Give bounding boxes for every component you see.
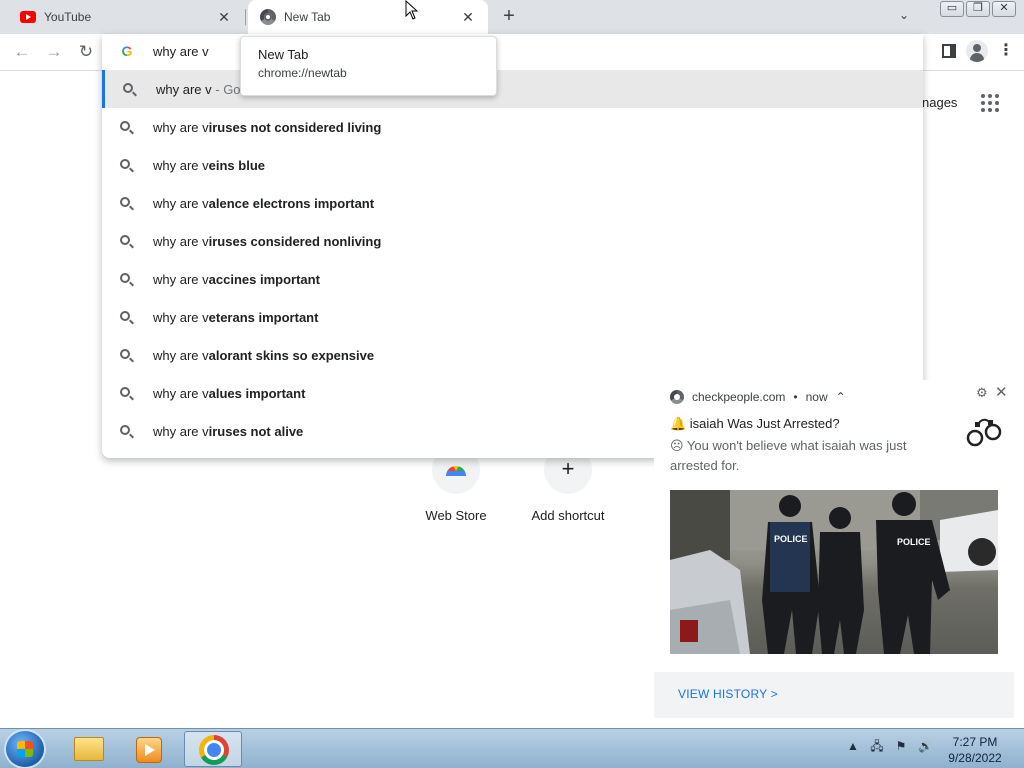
forward-button[interactable]: → [42,41,66,65]
close-icon[interactable]: ✕ [995,383,1008,401]
gear-icon[interactable]: ⚙ [976,385,988,401]
chevron-up-icon[interactable]: ⌃ [836,390,846,404]
separator-dot: • [793,390,798,404]
taskbar-chrome[interactable] [184,731,242,767]
suggestion-item[interactable]: why are veterans important [102,298,923,336]
media-player-icon [136,737,162,763]
suggestion-text: why are values important [153,385,306,401]
close-window-button[interactable]: ✕ [992,1,1016,17]
system-tray: ▲ 🖧 ⚑ 🔊 [846,739,933,753]
action-center-flag-icon[interactable]: ⚑ [894,739,908,753]
shortcut-label: Add shortcut [531,508,605,523]
google-g-icon: G [121,43,133,59]
search-icon [123,83,133,93]
tab-divider [245,9,246,25]
tab-youtube[interactable]: YouTube ✕ [0,0,244,34]
view-history-button[interactable]: VIEW HISTORY > [678,687,778,701]
show-hidden-icons-icon[interactable]: ▲ [846,739,860,753]
plus-icon: + [561,456,575,481]
windows-taskbar: ▲ 🖧 ⚑ 🔊 7:27 PM 9/28/2022 [0,728,1024,768]
hover-card-url: chrome://newtab [258,66,347,80]
web-store-icon [446,466,466,476]
web-notification[interactable]: checkpeople.com • now ⌃ ⚙ ✕ 🔔 isaiah Was… [654,380,1014,718]
notification-header: checkpeople.com • now ⌃ [670,390,846,404]
volume-icon[interactable]: 🔊 [918,739,933,753]
suggestion-text: why are valorant skins so expensive [153,347,375,363]
search-icon [120,121,130,131]
notification-image: POLICE POLICE [670,490,998,654]
start-button[interactable] [6,731,44,767]
notification-title: 🔔 isaiah Was Just Arrested? [670,416,840,431]
suggestion-text: why are veins blue [153,157,265,173]
side-panel-icon[interactable] [942,44,956,58]
tab-strip: YouTube ✕ New Tab ✕ + ⌄ ▭ ❐ ✕ [0,0,1024,34]
hover-card-title: New Tab [258,47,309,62]
chrome-icon [260,9,276,25]
tab-search-chevron-icon[interactable]: ⌄ [895,8,913,26]
profile-avatar-icon[interactable] [966,40,988,62]
suggestion-text: why are valence electrons important [153,195,375,211]
chrome-menu-button[interactable]: ⋮ [998,40,1014,62]
shortcut-label: Web Store [425,508,487,523]
search-icon [120,349,130,359]
notification-body: ☹ You won't believe what isaiah was just… [670,438,907,473]
images-link[interactable]: nages [922,95,957,110]
search-icon [120,311,130,321]
suggestion-text: why are v - Go [156,81,241,97]
suggestion-text: why are viruses considered nonliving [153,233,382,249]
toolbar-right: ⋮ [942,40,1014,62]
search-icon [120,425,130,435]
notification-site: checkpeople.com [692,390,786,404]
chrome-icon [199,735,229,765]
suggestion-item[interactable]: why are viruses not considered living [102,108,923,146]
chrome-icon [670,390,684,404]
suggestion-item[interactable]: why are veins blue [102,146,923,184]
omnibox-input-row[interactable]: G why are v [102,34,923,70]
search-icon [120,159,130,169]
clock-date: 9/28/2022 [948,751,1002,765]
suggestion-item[interactable]: why are valence electrons important [102,184,923,222]
tab-close-icon[interactable]: ✕ [216,9,232,25]
search-icon [120,197,130,207]
window-controls: ▭ ❐ ✕ [940,1,1016,17]
taskbar-media-player[interactable] [120,731,178,767]
arrest-photo: POLICE POLICE [670,490,998,654]
clock-time: 7:27 PM [952,735,998,749]
search-icon [120,387,130,397]
notification-footer: VIEW HISTORY > [654,672,1014,718]
tab-close-icon[interactable]: ✕ [460,9,476,25]
suggestion-item[interactable]: why are vaccines important [102,260,923,298]
new-tab-button[interactable]: + [498,6,520,28]
search-icon [120,235,130,245]
reload-button[interactable]: ↻ [74,41,98,65]
tab-title: New Tab [284,10,331,24]
network-icon[interactable]: 🖧 [870,739,884,753]
google-apps-icon[interactable] [981,94,999,112]
tab-hover-card: New Tab chrome://newtab [240,36,497,96]
omnibox-input[interactable]: why are v [153,44,209,59]
taskbar-explorer[interactable] [60,731,118,767]
minimize-button[interactable]: ▭ [940,1,964,17]
suggestion-item[interactable]: why are valorant skins so expensive [102,336,923,374]
suggestion-item[interactable]: why are v - Go [102,70,923,108]
tab-title: YouTube [44,10,92,24]
suggestion-text: why are vaccines important [153,271,320,287]
youtube-icon [20,11,36,23]
taskbar-clock[interactable]: 7:27 PM 9/28/2022 [938,734,1012,766]
suggestion-item[interactable]: why are viruses considered nonliving [102,222,923,260]
suggestion-text: why are viruses not considered living [153,119,382,135]
suggestion-text: why are veterans important [153,309,319,325]
police-vest-label-2: POLICE [897,537,931,547]
police-vest-label-1: POLICE [774,534,808,544]
search-icon [120,273,130,283]
folder-icon [74,737,104,761]
restore-button[interactable]: ❐ [966,1,990,17]
back-button[interactable]: ← [10,41,34,65]
mouse-cursor-icon [405,0,419,20]
suggestion-text: why are viruses not alive [153,423,304,439]
notification-time: now [805,390,828,404]
tab-new-tab[interactable]: New Tab ✕ [248,0,488,34]
handcuffs-icon [966,418,1002,447]
